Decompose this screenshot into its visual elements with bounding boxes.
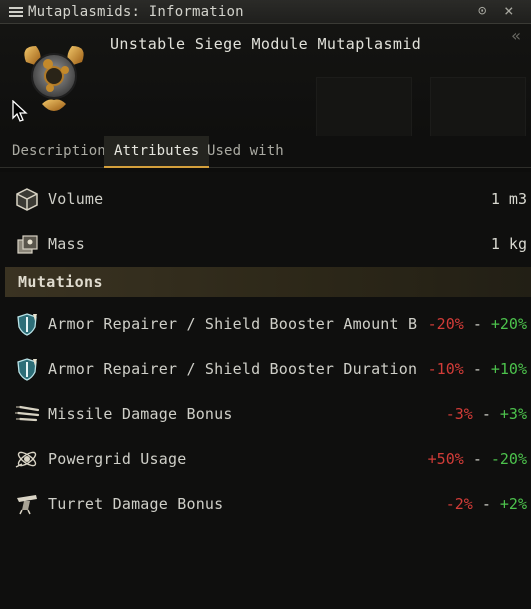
mutation-range: -10% - +10% [428, 360, 527, 378]
mutation-max: -20% [490, 450, 527, 468]
mutation-label: Armor Repairer / Shield Booster Amount B… [48, 315, 418, 333]
mutation-label: Armor Repairer / Shield Booster Duration… [48, 360, 418, 378]
section-title: Mutations [18, 273, 103, 291]
mass-icon [17, 235, 38, 254]
armor-shield-booster-icon [17, 313, 37, 336]
close-icon[interactable]: × [504, 1, 514, 20]
mutation-row: Armor Repairer / Shield Booster Amount B… [0, 306, 531, 342]
mutation-label: Missile Damage Bonus [48, 405, 233, 423]
mutations-section-header[interactable]: Mutations [5, 267, 531, 297]
mutation-min: -3% [445, 405, 473, 423]
window-titlebar[interactable]: Mutaplasmids: Information ⊙ × [0, 0, 531, 24]
mutation-range: +50% - -20% [428, 450, 527, 468]
mutation-range: -2% - +2% [446, 495, 527, 513]
powergrid-icon [15, 451, 37, 468]
mutation-row: Armor Repairer / Shield Booster Duration… [0, 351, 531, 387]
range-separator: - [481, 495, 491, 513]
attribute-value: 1 m3 [490, 190, 527, 208]
mutation-min: -10% [427, 360, 464, 378]
mutation-max: +10% [490, 360, 527, 378]
range-separator: - [472, 450, 482, 468]
mutation-label: Turret Damage Bonus [48, 495, 224, 513]
tab-description[interactable]: Description [6, 143, 112, 159]
mutation-max: +2% [499, 495, 527, 513]
volume-cube-icon [16, 188, 38, 211]
attribute-label: Mass [48, 235, 85, 253]
mutation-min: +50% [427, 450, 464, 468]
mutation-max: +3% [499, 405, 527, 423]
tab-bar: Description Attributes Used with [0, 136, 531, 168]
mutation-range: -20% - +20% [428, 315, 527, 333]
attribute-label: Volume [48, 190, 104, 208]
settings-icon[interactable]: ⊙ [478, 3, 486, 19]
item-header: Unstable Siege Module Mutaplasmid « [0, 24, 531, 136]
menu-icon[interactable] [9, 6, 23, 17]
mouse-cursor-icon [12, 100, 28, 122]
item-name: Unstable Siege Module Mutaplasmid [110, 35, 422, 53]
tab-attributes[interactable]: Attributes [104, 136, 210, 168]
attribute-value: 1 kg [490, 235, 527, 253]
mutation-label: Powergrid Usage [48, 450, 187, 468]
range-separator: - [472, 360, 482, 378]
turret-icon [17, 495, 37, 515]
range-separator: - [481, 405, 491, 423]
tab-used-with[interactable]: Used with [201, 143, 290, 159]
attribute-row-mass: Mass 1 kg [0, 226, 531, 262]
range-separator: - [472, 315, 482, 333]
mutation-min: -20% [427, 315, 464, 333]
mutation-max: +20% [490, 315, 527, 333]
missile-icon [15, 405, 40, 422]
mutation-row: Powergrid Usage +50% - -20% [0, 441, 531, 477]
mutation-range: -3% - +3% [446, 405, 527, 423]
background-panel [316, 77, 412, 136]
attributes-panel: Volume 1 m3 Mass 1 kg Mutations Armor Re… [0, 172, 531, 609]
window-title: Mutaplasmids: Information [28, 3, 244, 20]
background-panel [430, 77, 526, 136]
mutation-row: Turret Damage Bonus -2% - +2% [0, 486, 531, 522]
mutation-min: -2% [445, 495, 473, 513]
mutation-row: Missile Damage Bonus -3% - +3% [0, 396, 531, 432]
collapse-icon[interactable]: « [511, 26, 521, 45]
attribute-row-volume: Volume 1 m3 [0, 181, 531, 217]
armor-shield-booster-icon [17, 358, 37, 381]
